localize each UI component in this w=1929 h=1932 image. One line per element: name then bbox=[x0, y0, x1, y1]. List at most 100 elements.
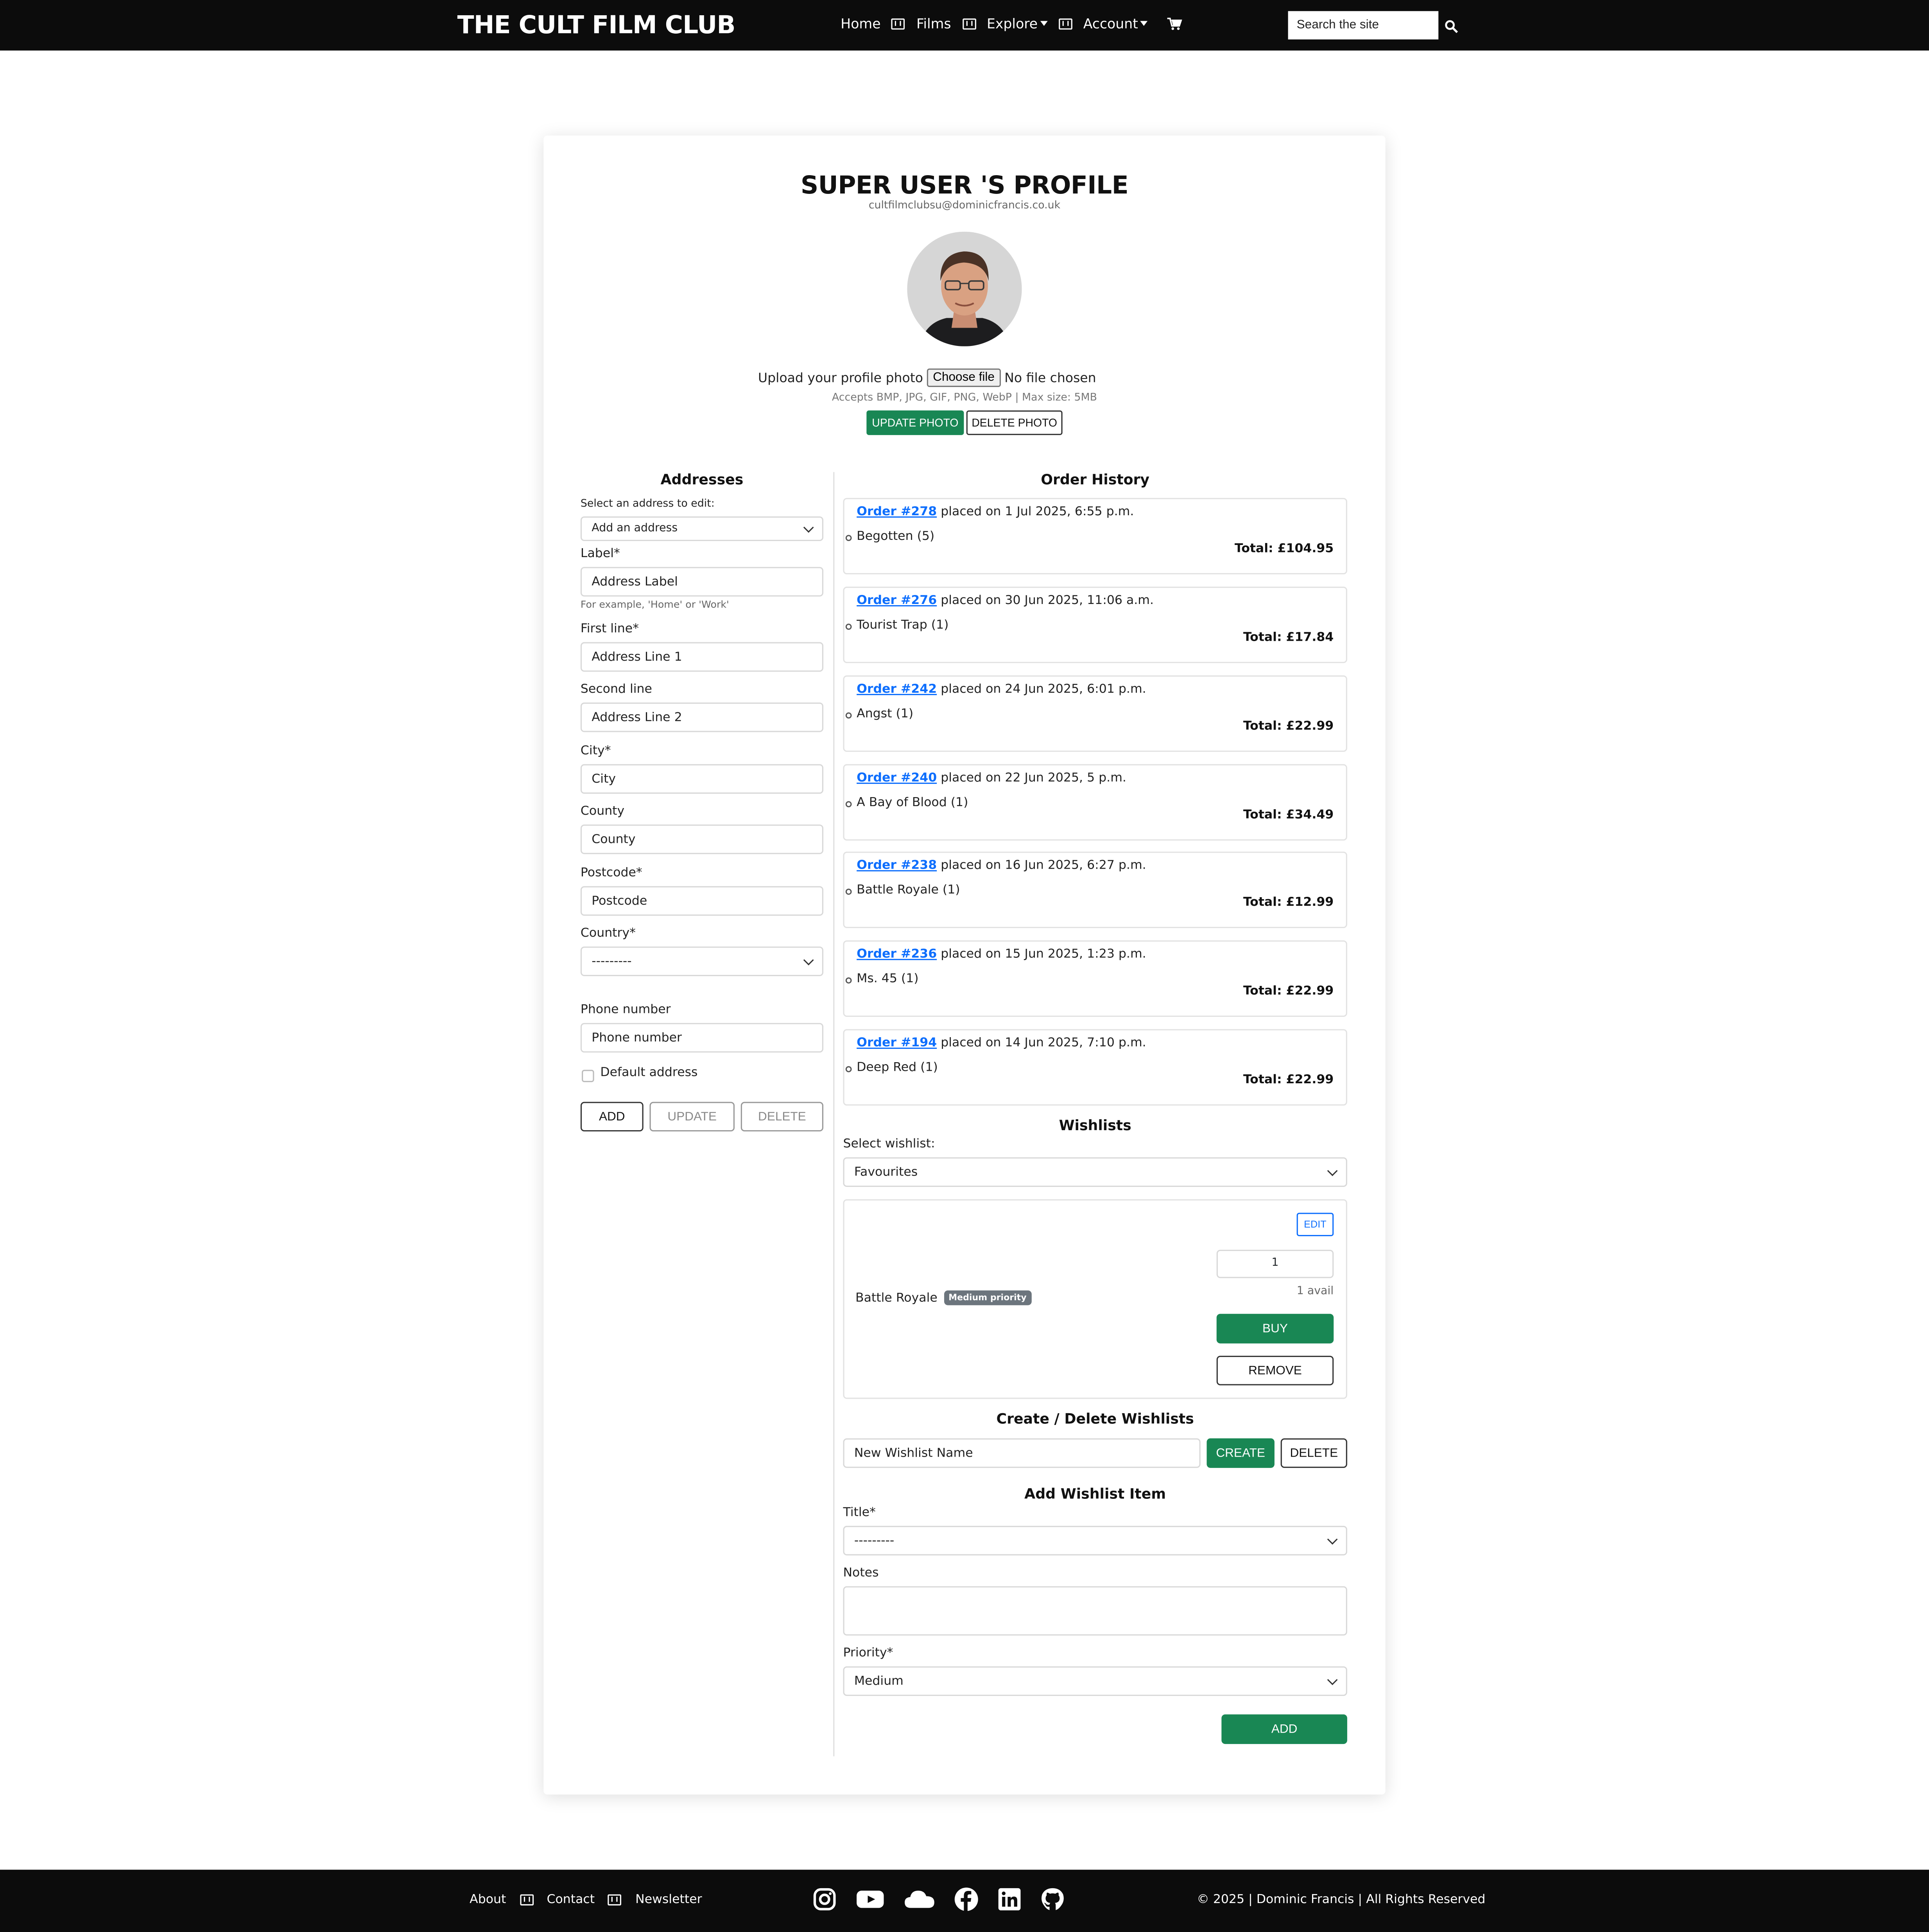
order-total: Total: £34.49 bbox=[1243, 808, 1334, 822]
update-address-button[interactable]: UPDATE bbox=[649, 1102, 735, 1132]
order-link[interactable]: Order #238 bbox=[857, 859, 937, 873]
upload-label: Upload your profile photo bbox=[758, 370, 923, 385]
order-item: Deep Red (1) bbox=[857, 1061, 938, 1075]
priority-select[interactable]: Medium bbox=[843, 1666, 1347, 1696]
phone-input[interactable]: Phone number bbox=[580, 1023, 824, 1053]
postcode-input[interactable]: Postcode bbox=[580, 886, 824, 916]
order-card: Order #240 placed on 22 Jun 2025, 5 p.m.… bbox=[843, 764, 1347, 841]
order-link[interactable]: Order #236 bbox=[857, 948, 937, 961]
notes-textarea[interactable] bbox=[843, 1586, 1347, 1636]
search-input[interactable] bbox=[1288, 11, 1439, 39]
film-icon bbox=[1058, 18, 1072, 30]
delete-wishlist-button[interactable]: DELETE bbox=[1280, 1438, 1347, 1468]
order-link[interactable]: Order #194 bbox=[857, 1036, 937, 1050]
buy-button[interactable]: BUY bbox=[1216, 1314, 1334, 1344]
label-field-label: Label* bbox=[580, 547, 620, 561]
order-total: Total: £17.84 bbox=[1243, 631, 1334, 645]
delete-photo-button[interactable]: DELETE PHOTO bbox=[966, 410, 1063, 435]
avatar bbox=[907, 231, 1022, 346]
film-icon bbox=[608, 1894, 622, 1906]
wishlist-item-title: Battle Royale bbox=[855, 1291, 938, 1305]
linkedin-icon[interactable] bbox=[997, 1887, 1022, 1917]
order-item: Ms. 45 (1) bbox=[857, 972, 919, 986]
default-address-label: Default address bbox=[600, 1066, 698, 1080]
order-link[interactable]: Order #242 bbox=[857, 683, 937, 697]
priority-badge: Medium priority bbox=[943, 1290, 1032, 1305]
address-label-input[interactable]: Address Label bbox=[580, 567, 824, 597]
order-placed: placed on 22 Jun 2025, 5 p.m. bbox=[941, 771, 1126, 785]
bullet-icon bbox=[845, 801, 852, 808]
new-wishlist-name-input[interactable]: New Wishlist Name bbox=[843, 1438, 1201, 1468]
column-divider bbox=[833, 472, 835, 1756]
country-label: Country* bbox=[580, 927, 636, 941]
add-wishlist-item-button[interactable]: ADD bbox=[1221, 1714, 1347, 1744]
footer-about-link[interactable]: About bbox=[470, 1893, 506, 1907]
cart-icon[interactable] bbox=[1167, 17, 1183, 31]
second-line-input[interactable]: Address Line 2 bbox=[580, 703, 824, 732]
github-icon[interactable] bbox=[1040, 1887, 1065, 1917]
nav-films[interactable]: Films bbox=[916, 16, 951, 32]
upload-row: Upload your profile photo Choose file No… bbox=[758, 368, 1096, 387]
youtube-icon[interactable] bbox=[855, 1887, 885, 1917]
nav-home[interactable]: Home bbox=[841, 16, 880, 32]
film-icon bbox=[891, 18, 905, 30]
priority-label: Priority* bbox=[843, 1647, 893, 1660]
address-select[interactable]: Add an address bbox=[580, 516, 824, 541]
order-item: Tourist Trap (1) bbox=[857, 618, 949, 633]
nav-account[interactable]: Account bbox=[1083, 16, 1148, 32]
wishlist-select-value: Favourites bbox=[854, 1165, 918, 1179]
remove-button[interactable]: REMOVE bbox=[1216, 1355, 1334, 1385]
wishlist-select[interactable]: Favourites bbox=[843, 1157, 1347, 1187]
county-input[interactable]: County bbox=[580, 824, 824, 854]
footer-newsletter-link[interactable]: Newsletter bbox=[635, 1893, 702, 1907]
order-placed: placed on 24 Jun 2025, 6:01 p.m. bbox=[941, 683, 1146, 697]
facebook-icon[interactable] bbox=[954, 1887, 979, 1917]
first-line-input[interactable]: Address Line 1 bbox=[580, 642, 824, 672]
first-line-label: First line* bbox=[580, 622, 639, 636]
order-line: Order #236 placed on 15 Jun 2025, 1:23 p… bbox=[857, 948, 1146, 961]
county-label: County bbox=[580, 805, 625, 819]
order-item: Begotten (5) bbox=[857, 530, 935, 544]
order-line: Order #194 placed on 14 Jun 2025, 7:10 p… bbox=[857, 1036, 1146, 1050]
country-select-value: --------- bbox=[592, 954, 632, 968]
footer-contact-link[interactable]: Contact bbox=[547, 1893, 595, 1907]
add-address-button[interactable]: ADD bbox=[580, 1102, 644, 1132]
city-input[interactable]: City bbox=[580, 764, 824, 794]
order-line: Order #278 placed on 1 Jul 2025, 6:55 p.… bbox=[857, 505, 1134, 519]
create-wishlist-button[interactable]: CREATE bbox=[1207, 1438, 1275, 1468]
cloud-icon[interactable] bbox=[904, 1887, 936, 1917]
order-item: Angst (1) bbox=[857, 707, 914, 721]
order-placed: placed on 14 Jun 2025, 7:10 p.m. bbox=[941, 1036, 1146, 1050]
order-card: Order #236 placed on 15 Jun 2025, 1:23 p… bbox=[843, 940, 1347, 1017]
order-link[interactable]: Order #240 bbox=[857, 772, 937, 785]
nav-account-label: Account bbox=[1083, 16, 1138, 32]
order-placed: placed on 16 Jun 2025, 6:27 p.m. bbox=[941, 859, 1146, 873]
city-label: City* bbox=[580, 744, 611, 758]
edit-wishlist-item-button[interactable]: EDIT bbox=[1296, 1213, 1334, 1237]
film-icon bbox=[962, 18, 976, 30]
quantity-input[interactable]: 1 bbox=[1216, 1249, 1334, 1278]
phone-label: Phone number bbox=[580, 1003, 671, 1017]
site-brand[interactable]: THE CULT FILM CLUB bbox=[457, 10, 736, 39]
second-line-label: Second line bbox=[580, 683, 652, 697]
order-link[interactable]: Order #276 bbox=[857, 594, 937, 608]
search-icon[interactable] bbox=[1445, 15, 1462, 33]
addresses-heading: Addresses bbox=[660, 471, 744, 488]
order-link[interactable]: Order #278 bbox=[857, 505, 937, 519]
wishlist-select-label: Select wishlist: bbox=[843, 1137, 935, 1151]
update-photo-button[interactable]: UPDATE PHOTO bbox=[866, 410, 964, 435]
delete-address-button[interactable]: DELETE bbox=[740, 1102, 824, 1132]
order-line: Order #240 placed on 22 Jun 2025, 5 p.m. bbox=[857, 772, 1126, 785]
caret-down-icon bbox=[1140, 21, 1148, 26]
title-select[interactable]: --------- bbox=[843, 1526, 1347, 1556]
default-address-checkbox[interactable] bbox=[582, 1070, 594, 1082]
instagram-icon[interactable] bbox=[812, 1887, 837, 1917]
nav-explore[interactable]: Explore bbox=[987, 16, 1048, 32]
footer: About Contact Newsletter © 2025 | Domini… bbox=[0, 1869, 1929, 1932]
country-select[interactable]: --------- bbox=[580, 946, 824, 976]
chevron-down-icon bbox=[803, 954, 814, 965]
availability-text: 1 avail bbox=[1296, 1285, 1334, 1298]
choose-file-button[interactable]: Choose file bbox=[927, 368, 1001, 387]
title-label: Title* bbox=[843, 1506, 876, 1520]
order-placed: placed on 15 Jun 2025, 1:23 p.m. bbox=[941, 948, 1146, 962]
